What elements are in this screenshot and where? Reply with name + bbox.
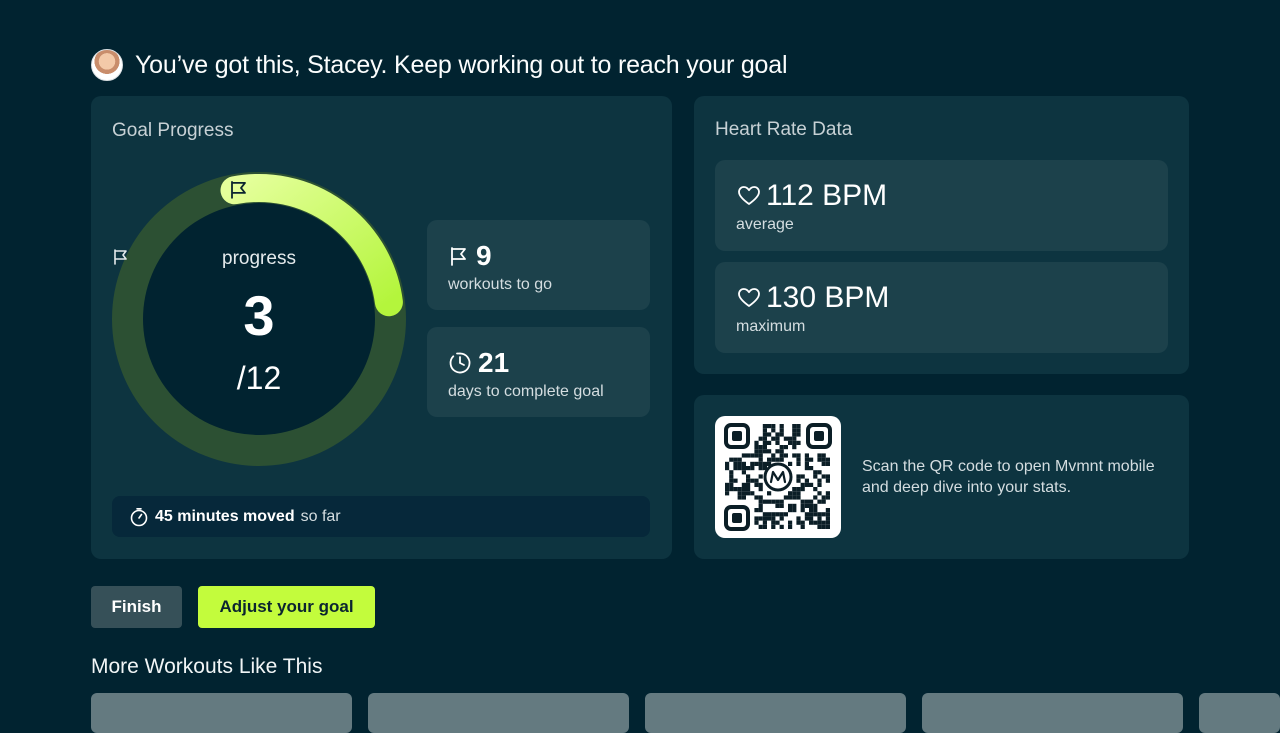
maximum-heart-rate-tile: 130 BPM maximum	[715, 262, 1168, 353]
heart-icon	[738, 288, 760, 307]
qr-code-graphic	[724, 423, 832, 531]
header: You’ve got this, Stacey. Keep working ou…	[91, 48, 787, 82]
maximum-row: 130 BPM	[736, 280, 889, 316]
maximum-bpm-value: 130 BPM	[766, 281, 890, 314]
workouts-value: 9	[476, 240, 492, 271]
qr-card: Scan the QR code to open Mvmnt mobile an…	[694, 395, 1189, 559]
average-row: 112 BPM	[736, 178, 887, 214]
workouts-row: 9	[448, 240, 492, 272]
days-value: 21	[478, 347, 510, 378]
ring-label-text: progress	[222, 248, 296, 269]
workouts-label: workouts to go	[448, 276, 553, 293]
heart-icon	[738, 186, 760, 205]
days-to-complete-tile: 21 days to complete goal	[427, 327, 650, 417]
avatar	[91, 49, 123, 81]
minutes-moved-strong: 45 minutes moved	[155, 507, 295, 525]
workout-thumbnail[interactable]	[368, 693, 629, 733]
minutes-moved-bar: 45 minutes moved so far	[112, 496, 650, 537]
finish-button[interactable]: Finish	[91, 586, 182, 628]
minutes-moved-rest: so far	[300, 507, 341, 525]
days-label: days to complete goal	[448, 383, 604, 400]
average-heart-rate-tile: 112 BPM average	[715, 160, 1168, 251]
heart-rate-card: Heart Rate Data 112 BPM average 130 BPM …	[694, 96, 1189, 374]
progress-total: /12	[236, 360, 282, 396]
heart-rate-title: Heart Rate Data	[715, 119, 853, 140]
workout-thumbnail[interactable]	[91, 693, 352, 733]
flag-icon	[114, 249, 127, 265]
goal-progress-title: Goal Progress	[112, 120, 234, 141]
goal-progress-card: Goal Progress progress 3 /12 9 workouts …	[91, 96, 672, 559]
workouts-to-go-tile: 9 workouts to go	[427, 220, 650, 310]
workout-thumbnail[interactable]	[922, 693, 1183, 733]
workout-thumbnail[interactable]	[645, 693, 906, 733]
timer-icon	[449, 352, 471, 374]
progress-ring-center: progress 3 /12	[112, 172, 406, 466]
progress-ring: progress 3 /12	[112, 172, 406, 466]
qr-code	[715, 416, 841, 538]
average-bpm-label: average	[736, 216, 794, 233]
maximum-bpm-label: maximum	[736, 318, 806, 335]
page-title: You’ve got this, Stacey. Keep working ou…	[135, 50, 788, 79]
adjust-goal-button[interactable]: Adjust your goal	[198, 586, 375, 628]
qr-instructions: Scan the QR code to open Mvmnt mobile an…	[862, 458, 1155, 496]
progress-value: 3	[243, 284, 275, 347]
days-row: 21	[448, 347, 509, 379]
ring-label: progress	[112, 248, 406, 270]
stopwatch-icon	[130, 507, 148, 526]
flag-icon	[451, 247, 466, 266]
average-bpm-value: 112 BPM	[766, 179, 888, 212]
workout-thumbnail[interactable]	[1199, 693, 1280, 733]
more-workouts-title: More Workouts Like This	[91, 655, 323, 678]
